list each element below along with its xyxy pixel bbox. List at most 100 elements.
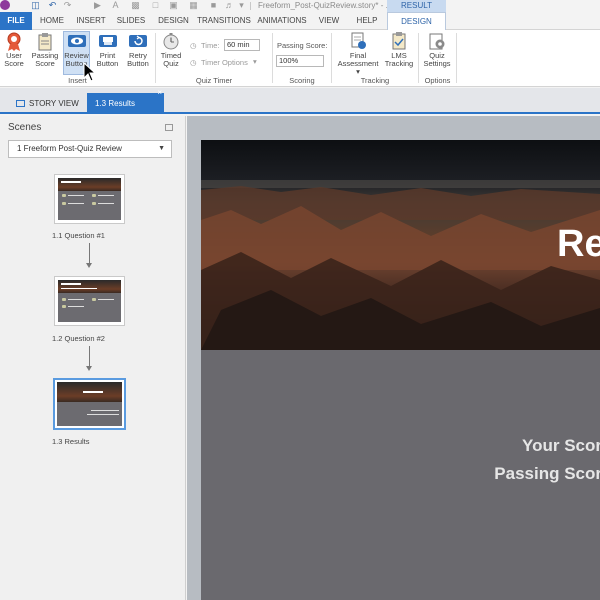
time-input[interactable]: 60 min <box>224 39 260 51</box>
lms-tracking-button[interactable]: LMS Tracking <box>384 32 414 68</box>
print-button[interactable]: Print Button <box>94 32 121 68</box>
group-separator <box>456 33 457 83</box>
chevron-down-icon: ▾ <box>253 57 257 66</box>
print-button-label-2: Button <box>96 59 119 68</box>
arrow-down-icon <box>86 366 92 371</box>
bookmark-icon[interactable]: □ <box>150 0 161 11</box>
assessment-icon <box>349 32 367 50</box>
slide-thumbnail-image <box>58 178 121 220</box>
passing-score-button[interactable]: Passing Score <box>30 32 60 68</box>
flow-arrow-line <box>89 346 90 366</box>
text-icon[interactable]: A <box>110 0 121 11</box>
app-icon <box>0 0 10 10</box>
user-score-label-2: Score <box>4 59 24 68</box>
audio-icon[interactable]: ♬ <box>224 0 235 11</box>
undo-icon[interactable]: ↶ <box>47 0 58 11</box>
options-group-label: Options <box>424 76 451 85</box>
tab-story-view[interactable]: STORY VIEW <box>8 93 87 114</box>
mouse-cursor-icon <box>83 62 97 82</box>
slide-thumbnail-1-1[interactable] <box>54 174 125 224</box>
image-icon[interactable]: ▣ <box>168 0 179 11</box>
video-icon[interactable]: ■ <box>208 0 219 11</box>
tab-file[interactable]: FILE <box>0 12 32 30</box>
flow-arrow-line <box>89 243 90 263</box>
save-icon[interactable]: ◫ <box>30 0 41 11</box>
slide-thumbnail-image <box>58 280 121 322</box>
results-title[interactable]: Re <box>557 222 600 266</box>
clipboard-icon <box>36 32 54 51</box>
tab-result-design[interactable]: DESIGN <box>387 12 446 31</box>
document-title: Freeform_Post-QuizReview.story* - ... <box>258 1 393 10</box>
canyon-background-image: Re <box>201 140 600 350</box>
final-assessment-button[interactable]: Final Assessment ▾ <box>335 32 381 76</box>
time-label: Time: <box>201 41 220 50</box>
lms-tracking-label-2: Tracking <box>384 59 414 68</box>
chevron-down-icon: ▾ <box>356 67 360 76</box>
passing-score-field-label: Passing Score: <box>277 41 328 50</box>
timed-quiz-label-2: Quiz <box>163 59 179 68</box>
slide-label-1-2: 1.2 Question #2 <box>52 334 105 343</box>
results-slide[interactable]: Re Your Scor Passing Scor <box>201 140 600 600</box>
slide-label-1-3: 1.3 Results <box>52 437 90 446</box>
titlebar-separator <box>250 2 251 10</box>
quiz-settings-label-2: Settings <box>423 59 451 68</box>
tab-home[interactable]: HOME <box>36 12 68 30</box>
tab-slides[interactable]: SLIDES <box>114 12 148 30</box>
user-score-button[interactable]: User Score <box>2 32 26 68</box>
tab-view[interactable]: VIEW <box>315 12 343 30</box>
your-score-text[interactable]: Your Scor <box>522 436 600 456</box>
scoring-group-label: Scoring <box>289 76 315 85</box>
tab-transitions[interactable]: TRANSITIONS <box>197 12 251 30</box>
stopwatch-icon <box>162 32 180 50</box>
printer-icon <box>98 32 117 50</box>
retry-button-label-2: Button <box>127 59 149 68</box>
slide-thumbnail-image <box>57 382 122 426</box>
timed-quiz-button[interactable]: Timed Quiz <box>158 32 184 68</box>
story-view-label: STORY VIEW <box>29 99 79 108</box>
tab-animations[interactable]: ANIMATIONS <box>255 12 309 30</box>
passing-score-label-2: Score <box>35 59 55 68</box>
slide-canvas: Re Your Scor Passing Scor <box>187 116 600 600</box>
scenes-panel: Scenes 1 Freeform Post-Quiz Review ▼ 1.1… <box>0 116 186 600</box>
scenes-title: Scenes <box>8 122 42 133</box>
insert-group-label: Insert <box>68 76 87 85</box>
title-bar: ◫ ↶ ↷ ▶ A ▩ □ ▣ ▦ ■ ♬ ▾ Freeform_Post-Qu… <box>0 0 600 22</box>
chevron-down-icon: ▼ <box>158 145 165 152</box>
chart-icon[interactable]: ▦ <box>188 0 199 11</box>
customize-dropdown-icon[interactable]: ▾ <box>236 0 247 11</box>
retry-button[interactable]: Retry Button <box>124 32 152 68</box>
publish-icon[interactable]: ▩ <box>130 0 141 11</box>
arrow-down-icon <box>86 263 92 268</box>
scene-dropdown[interactable]: 1 Freeform Post-Quiz Review ▼ <box>8 140 172 158</box>
redo-icon[interactable]: ↷ <box>62 0 73 11</box>
tab-insert[interactable]: INSERT <box>74 12 108 30</box>
passing-score-text[interactable]: Passing Scor <box>494 464 600 484</box>
retry-icon <box>129 32 147 50</box>
tab-help[interactable]: HELP <box>352 12 382 30</box>
preview-icon[interactable]: ▶ <box>92 0 103 11</box>
document-tabs: STORY VIEW 1.3 Results × <box>0 88 600 114</box>
slide-thumbnail-1-3[interactable] <box>53 378 126 430</box>
eye-icon <box>67 32 86 50</box>
timer-options-dropdown[interactable]: Timer Options <box>201 58 248 67</box>
checklist-icon <box>390 32 408 50</box>
results-tab-label: 1.3 Results <box>95 99 136 108</box>
timer-options-icon: ◷ <box>190 58 197 67</box>
tab-design[interactable]: DESIGN <box>155 12 192 30</box>
scene-dropdown-value: 1 Freeform Post-Quiz Review <box>17 144 122 153</box>
tracking-group-label: Tracking <box>360 76 390 85</box>
clock-icon: ◷ <box>190 41 197 50</box>
slide-label-1-1: 1.1 Question #1 <box>52 231 105 240</box>
slide-thumbnail-1-2[interactable] <box>54 276 125 326</box>
passing-score-input[interactable]: 100% <box>276 55 324 67</box>
close-icon[interactable]: × <box>157 88 162 98</box>
ribbon-badge-icon <box>5 32 23 51</box>
settings-icon <box>428 32 446 50</box>
tab-results-slide[interactable]: 1.3 Results × <box>87 88 164 114</box>
quiz-timer-group-label: Quiz Timer <box>195 76 233 85</box>
quiz-settings-button[interactable]: Quiz Settings <box>421 32 453 68</box>
story-view-icon <box>16 100 25 107</box>
result-tools-context-label: RESULT TOOLS <box>387 0 446 22</box>
ribbon-tabs: FILE HOME INSERT SLIDES DESIGN TRANSITIO… <box>0 12 600 31</box>
panel-options-icon[interactable] <box>165 124 173 131</box>
